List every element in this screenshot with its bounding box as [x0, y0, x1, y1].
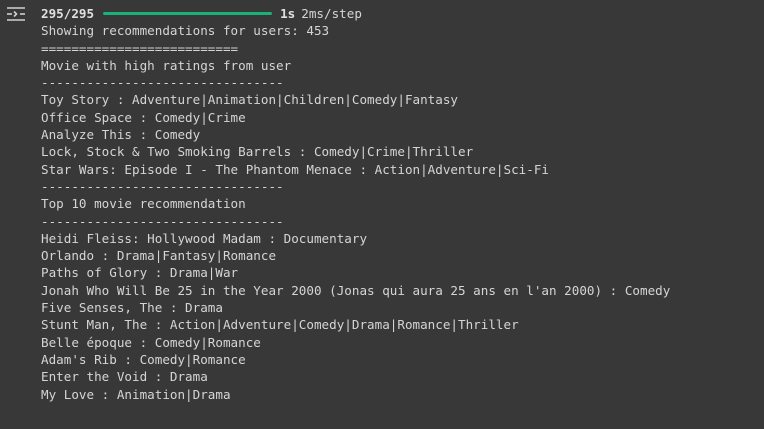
list-item: Stunt Man, The : Action|Adventure|Comedy…	[41, 317, 519, 333]
progress-bar	[103, 12, 273, 16]
list-item: Enter the Void : Drama	[41, 369, 208, 385]
header-line: Showing recommendations for users: 453	[41, 23, 330, 39]
list-item: Five Senses, The : Drama	[41, 300, 223, 316]
progress-bar-fill	[103, 12, 273, 16]
output-toggle-icon[interactable]	[5, 5, 27, 23]
separator-dash: --------------------------------	[41, 178, 284, 194]
recommendation-list: Heidi Fleiss: Hollywood Madam : Document…	[41, 230, 764, 403]
separator-dash: --------------------------------	[41, 75, 284, 91]
list-item: Orlando : Drama|Fantasy|Romance	[41, 248, 277, 264]
high-rated-list: Toy Story : Adventure|Animation|Children…	[41, 91, 764, 177]
list-item: Toy Story : Adventure|Animation|Children…	[41, 92, 459, 108]
list-item: Star Wars: Episode I - The Phantom Menac…	[41, 161, 549, 177]
list-item: Analyze This : Comedy	[41, 127, 201, 143]
list-item: Belle époque : Comedy|Romance	[41, 334, 261, 350]
separator-dash: --------------------------------	[41, 213, 284, 229]
list-item: Lock, Stock & Two Smoking Barrels : Come…	[41, 144, 474, 160]
list-item: Office Space : Comedy|Crime	[41, 109, 246, 125]
output-area: 295/295 1s 2ms/step Showing recommendati…	[41, 5, 764, 403]
progress-line: 295/295 1s 2ms/step	[41, 5, 764, 22]
separator-double: ==========================	[41, 40, 239, 56]
list-item: My Love : Animation|Drama	[41, 386, 231, 402]
list-item: Paths of Glory : Drama|War	[41, 265, 239, 281]
output-toggle-svg	[7, 7, 25, 21]
top10-title: Top 10 movie recommendation	[41, 196, 246, 212]
progress-count: 295/295	[41, 6, 95, 22]
list-item: Adam's Rib : Comedy|Romance	[41, 351, 246, 367]
list-item: Heidi Fleiss: Hollywood Madam : Document…	[41, 230, 368, 246]
progress-time: 1s	[280, 6, 296, 22]
cell-output: 295/295 1s 2ms/step Showing recommendati…	[0, 0, 764, 429]
high-ratings-title: Movie with high ratings from user	[41, 57, 292, 73]
list-item: Jonah Who Will Be 25 in the Year 2000 (J…	[41, 282, 671, 298]
progress-step: 2ms/step	[301, 6, 362, 22]
